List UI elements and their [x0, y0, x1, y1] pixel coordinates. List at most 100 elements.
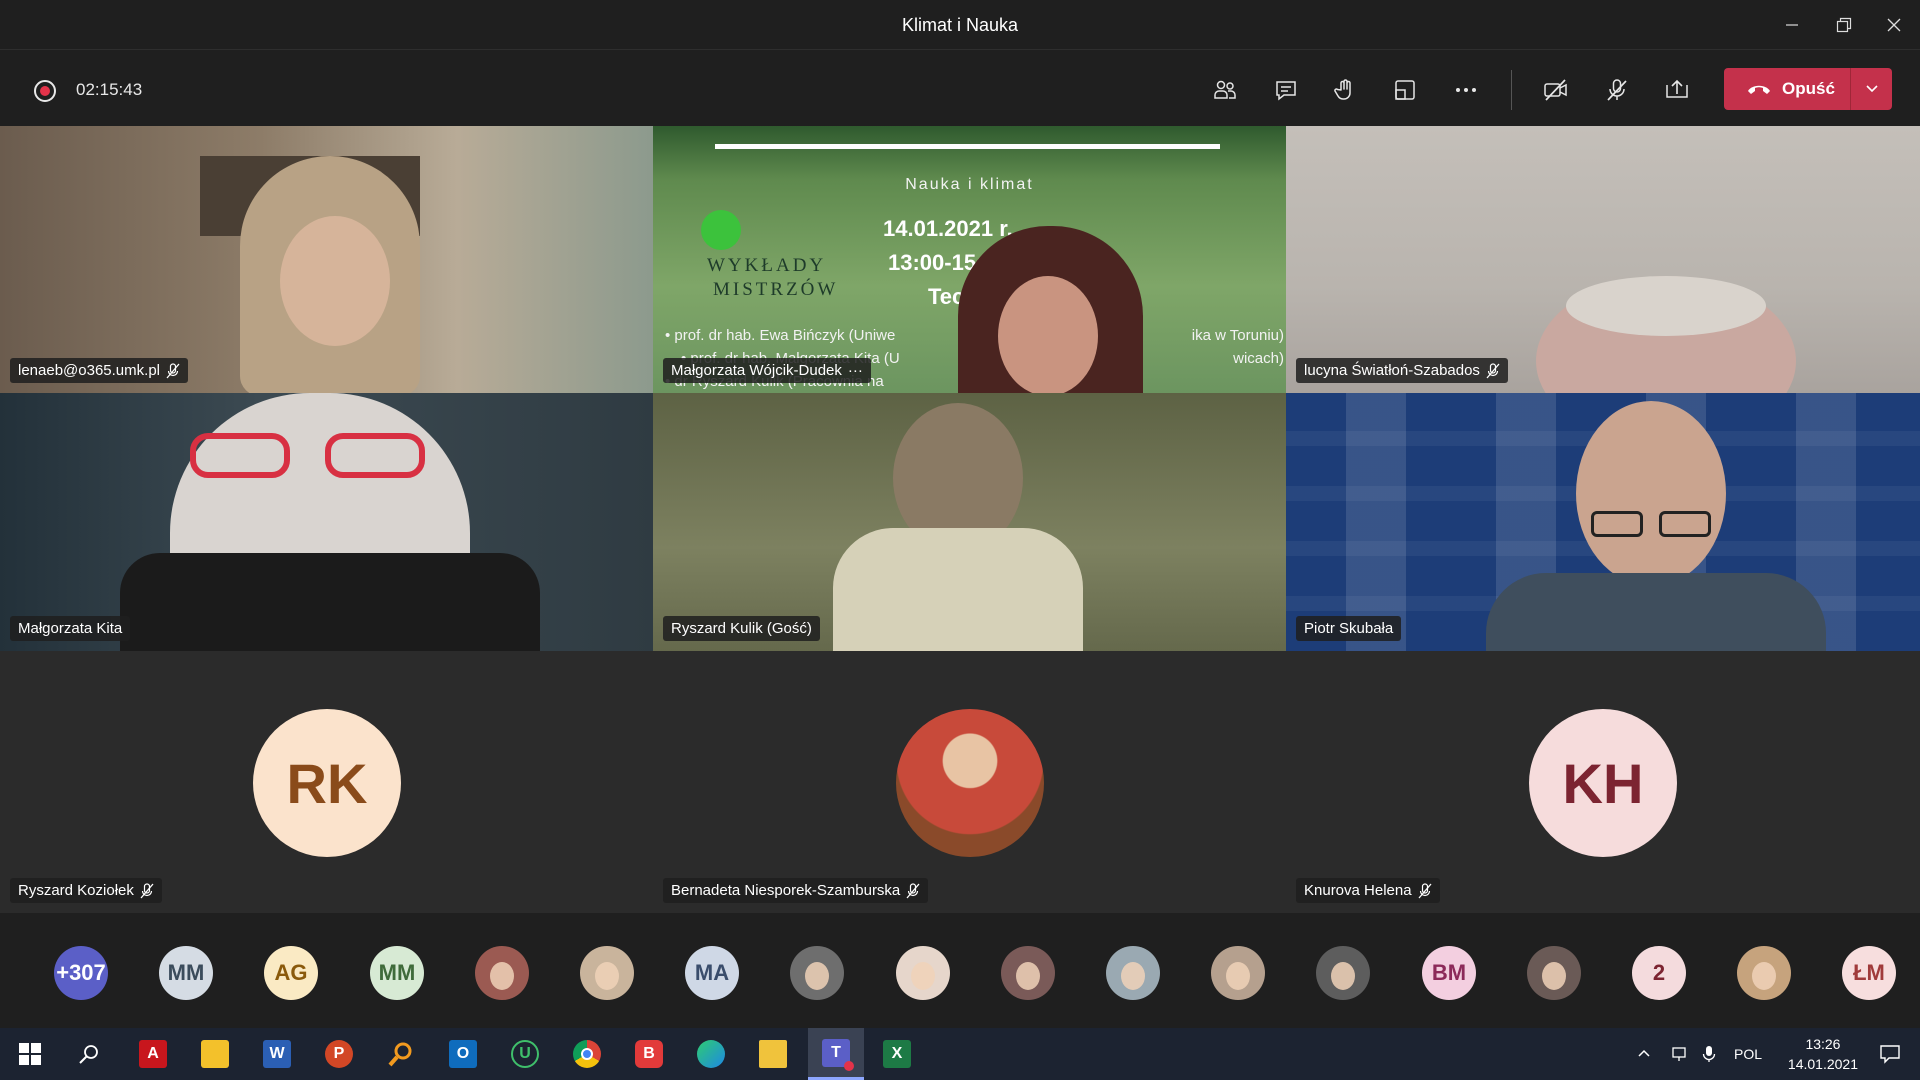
participant-hair [1566, 276, 1766, 336]
teams-badge-icon [844, 1060, 854, 1071]
more-options-button[interactable] [1446, 74, 1486, 106]
participant-photo-avatar[interactable] [790, 946, 844, 1000]
input-language[interactable]: POL [1734, 1046, 1762, 1062]
participant-name: Bernadeta Niesporek-Szamburska [671, 882, 901, 899]
participant-name-label: lenaeb@o365.umk.pl [10, 358, 188, 383]
more-options-icon [1456, 88, 1476, 92]
rooms-icon [1395, 80, 1415, 100]
start-icon [19, 1043, 41, 1065]
minimize-button[interactable] [1772, 10, 1812, 40]
participant-avatar[interactable]: 2 [1632, 946, 1686, 1000]
slide-date: 14.01.2021 r. [883, 216, 1013, 241]
taskbar-outlook[interactable]: O [438, 1028, 488, 1080]
taskbar-search-tool[interactable] [376, 1028, 426, 1080]
taskbar-excel[interactable]: X [872, 1028, 922, 1080]
raise-hand-button[interactable] [1325, 74, 1365, 106]
participant-photo-avatar[interactable] [1211, 946, 1265, 1000]
taskbar-acrobat[interactable]: A [128, 1028, 178, 1080]
participants-button[interactable] [1205, 74, 1245, 106]
participant-photo-avatar[interactable] [1737, 946, 1791, 1000]
taskbar-powerpoint[interactable]: P [314, 1028, 364, 1080]
participant-name-label: Ryszard Kulik (Gość) [663, 616, 820, 641]
clock-time: 13:26 [1805, 1036, 1841, 1052]
toolbar-divider [1511, 70, 1512, 110]
excel-icon: X [883, 1040, 911, 1068]
teams-meeting-window: Klimat i Nauka 02:15:43 Opuść lenaeb@o36… [0, 0, 1920, 1080]
participant-photo-avatar[interactable] [475, 946, 529, 1000]
participant-avatar[interactable]: MM [370, 946, 424, 1000]
chat-button[interactable] [1266, 74, 1306, 106]
participant-face [280, 216, 390, 346]
acrobat-icon: A [139, 1040, 167, 1068]
video-tile[interactable]: Małgorzata Kita [0, 393, 653, 651]
more-participants-button[interactable]: +307 [54, 946, 108, 1000]
participant-photo-avatar[interactable] [580, 946, 634, 1000]
b-app-icon: B [635, 1040, 663, 1068]
taskbar-search-button[interactable] [64, 1028, 114, 1080]
audio-tile[interactable]: Bernadeta Niesporek-Szamburska [653, 651, 1286, 913]
slide-speakers-right: ika w Toruniu) wicach) [1191, 327, 1284, 367]
mic-muted-icon [166, 362, 180, 378]
taskbar-file-explorer[interactable] [748, 1028, 798, 1080]
participant-photo-avatar[interactable] [1316, 946, 1370, 1000]
video-tile[interactable]: Ryszard Kulik (Gość) [653, 393, 1286, 651]
participant-avatar[interactable]: AG [264, 946, 318, 1000]
restore-button[interactable] [1824, 10, 1864, 40]
close-window-button[interactable] [1874, 10, 1914, 40]
taskbar-teams[interactable]: T [808, 1028, 864, 1080]
slide-heading: Nauka i klimat [905, 176, 1034, 193]
avatar-face [1331, 962, 1355, 990]
participant-name: Ryszard Koziołek [18, 882, 134, 899]
chevron-up-icon[interactable] [1636, 1046, 1652, 1062]
participant-shirt [1486, 573, 1826, 651]
participant-avatar[interactable]: BM [1422, 946, 1476, 1000]
participant-clothing [120, 553, 540, 651]
audio-tile[interactable]: RK Ryszard Koziołek [0, 651, 653, 913]
leave-button[interactable]: Opuść [1724, 68, 1850, 110]
mic-off-icon [1607, 79, 1627, 101]
microphone-toggle-button[interactable] [1597, 74, 1637, 106]
leave-options-dropdown[interactable] [1850, 68, 1892, 110]
video-tile[interactable]: lenaeb@o365.umk.pl [0, 126, 653, 393]
mic-muted-icon [1486, 362, 1500, 378]
breakout-rooms-button[interactable] [1385, 74, 1425, 106]
close-icon [1887, 18, 1901, 32]
red-glasses [190, 433, 430, 478]
mic-muted-icon [1418, 882, 1432, 898]
participants-icon [1214, 80, 1236, 99]
file-explorer-icon [759, 1040, 787, 1068]
avatar-face [911, 962, 935, 990]
participant-avatar[interactable]: MA [685, 946, 739, 1000]
shared-content-tile[interactable]: Nauka i klimat 14.01.2021 r. 13:00-15: T… [653, 126, 1286, 393]
participant-photo-avatar[interactable] [896, 946, 950, 1000]
participant-photo-avatar[interactable] [1527, 946, 1581, 1000]
chat-icon [1276, 81, 1296, 101]
taskbar-sticky-notes[interactable] [190, 1028, 240, 1080]
participant-name: Piotr Skubała [1304, 620, 1394, 637]
start-button[interactable] [5, 1028, 55, 1080]
participant-name-label: Małgorzata Kita [10, 616, 131, 641]
participant-avatar[interactable]: ŁM [1842, 946, 1896, 1000]
taskbar-chrome[interactable] [562, 1028, 612, 1080]
slide-series: WYKŁADY MISTRZÓW [707, 255, 839, 300]
video-tile[interactable]: Piotr Skubała [1286, 393, 1920, 651]
raise-hand-icon [1334, 79, 1351, 100]
network-icon[interactable] [1670, 1045, 1688, 1063]
participant-photo-avatar[interactable] [1001, 946, 1055, 1000]
participant-name: lenaeb@o365.umk.pl [18, 362, 160, 379]
avatar-face [490, 962, 514, 990]
taskbar-clock[interactable]: 13:26 14.01.2021 [1788, 1034, 1858, 1074]
microphone-tray-icon[interactable] [1702, 1045, 1716, 1063]
taskbar-word[interactable]: W [252, 1028, 302, 1080]
participant-photo-avatar[interactable] [1106, 946, 1160, 1000]
share-screen-button[interactable] [1657, 74, 1697, 106]
participant-avatar[interactable]: MM [159, 946, 213, 1000]
taskbar-edge[interactable] [686, 1028, 736, 1080]
video-tile[interactable]: lucyna Światłoń-Szabados [1286, 126, 1920, 393]
camera-toggle-button[interactable] [1536, 74, 1576, 106]
action-center-button[interactable] [1866, 1028, 1914, 1080]
participant-more-icon[interactable]: ··· [848, 362, 863, 379]
audio-tile[interactable]: KH Knurova Helena [1286, 651, 1920, 913]
taskbar-u-app[interactable]: U [500, 1028, 550, 1080]
taskbar-b-app[interactable]: B [624, 1028, 674, 1080]
